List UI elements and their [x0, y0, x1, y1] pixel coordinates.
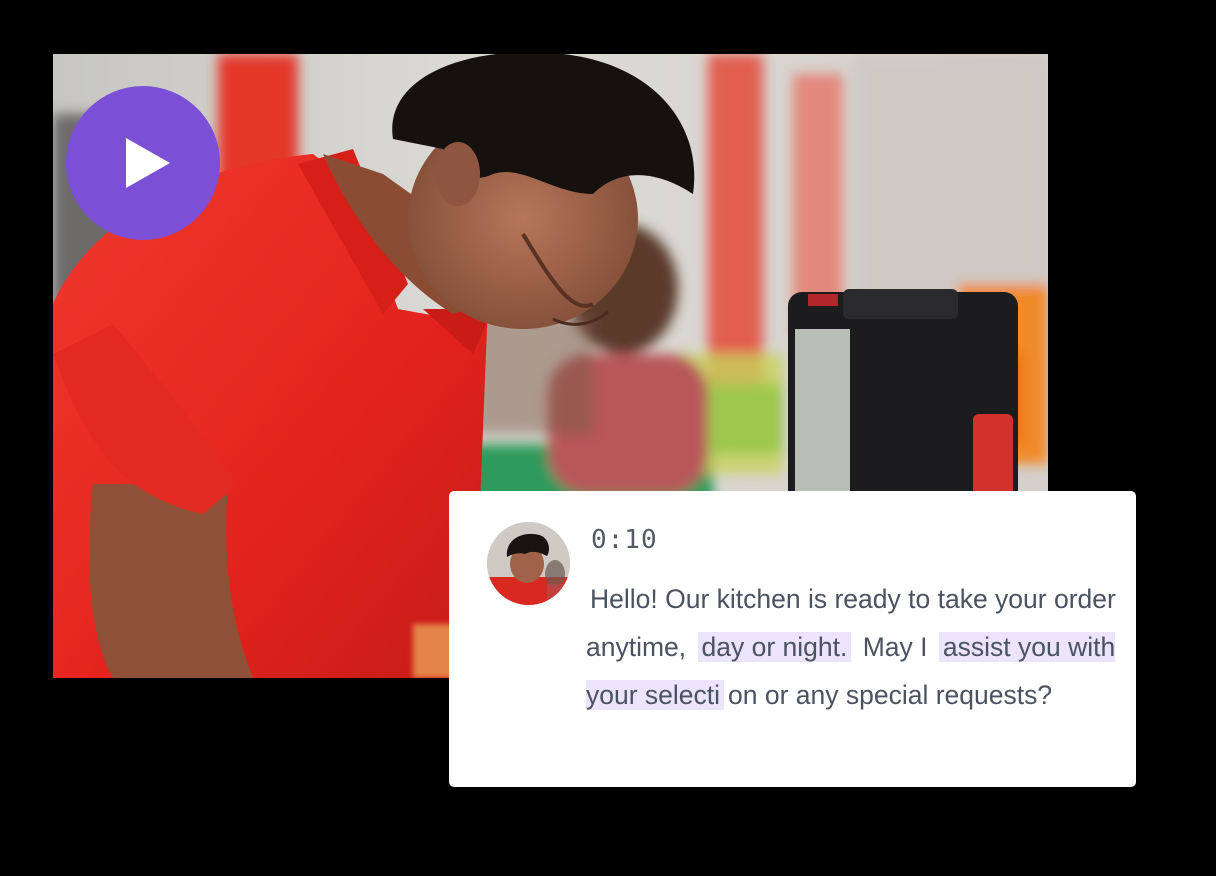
transcript-segment: May I: [855, 632, 935, 662]
play-icon: [126, 138, 170, 188]
transcript-card: 0:10 Hello! Our kitchen is ready to take…: [449, 491, 1136, 787]
play-button[interactable]: [66, 86, 220, 240]
canvas: 0:10 Hello! Our kitchen is ready to take…: [0, 0, 1216, 876]
transcript-text: Hello! Our kitchen is ready to take your…: [586, 575, 1116, 719]
speaker-avatar: [487, 522, 570, 605]
avatar-image: [487, 522, 570, 605]
timestamp: 0:10: [591, 525, 658, 555]
transcript-highlight: day or night.: [697, 632, 852, 662]
transcript-segment: on or any special requests?: [728, 680, 1053, 710]
